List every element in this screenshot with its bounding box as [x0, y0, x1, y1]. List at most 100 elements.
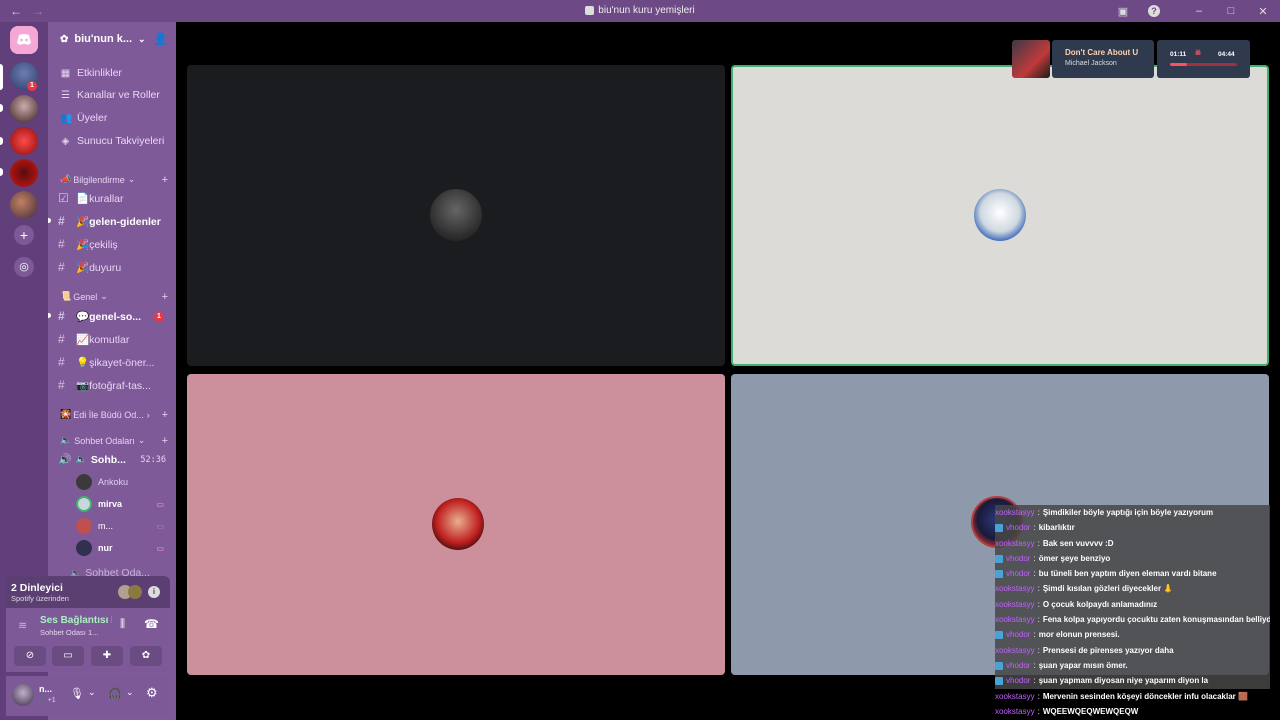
settings-gear-icon[interactable]: ⚙ [146, 685, 158, 701]
category-info[interactable]: 📣 Bilgilendirme ⌄ + [60, 174, 168, 186]
listeners-title: 2 Dinleyici [11, 582, 63, 594]
chat-username: xookstasyy [995, 599, 1035, 609]
discord-home-icon[interactable] [10, 26, 38, 54]
chat-separator: : [1033, 676, 1036, 686]
channel-mention-badge: 1 [154, 312, 164, 322]
server-icon-4[interactable] [10, 159, 38, 187]
participant-tile-2[interactable] [731, 65, 1269, 366]
menu-events[interactable]: ▦ Etkinlikler [60, 67, 122, 79]
avatar [76, 540, 92, 556]
back-arrow-icon[interactable]: ← [10, 4, 22, 18]
add-channel-icon[interactable]: + [162, 435, 168, 447]
channel-photos[interactable]: # 📷fotoğraf-tas... [58, 378, 170, 392]
chat-separator: : [1033, 630, 1036, 640]
chevron-down-icon[interactable]: ⌄ [88, 687, 96, 698]
voice-user[interactable]: nur ▭ [76, 540, 168, 556]
camera-off-button[interactable]: ⊘ [14, 646, 46, 666]
explore-icon[interactable]: ◎ [14, 257, 34, 277]
noise-suppression-icon[interactable]: ⫼ [120, 618, 125, 631]
unread-pill [0, 104, 3, 112]
add-channel-icon[interactable]: + [162, 409, 168, 421]
signal-icon: ≋ [18, 620, 28, 632]
invite-icon[interactable]: 👤 [153, 32, 168, 46]
listeners-bar[interactable]: 2 Dinleyici Spotify üzerinden i [6, 576, 170, 608]
forward-arrow-icon[interactable]: → [32, 4, 44, 18]
menu-channels-roles[interactable]: ☰ Kanallar ve Roller [60, 89, 160, 101]
soundboard-button[interactable]: ✿ [130, 646, 162, 666]
add-channel-icon[interactable]: + [162, 174, 168, 186]
category-voice[interactable]: 🔈 Sohbet Odaları ⌄ + [60, 435, 168, 447]
members-icon: 👥 [60, 112, 73, 124]
channel-welcome[interactable]: # 🎉gelen-gidenler [58, 214, 170, 228]
category-general[interactable]: 📜 Genel ⌄ + [60, 291, 168, 303]
microphone-icon[interactable]: 🎙 [70, 687, 84, 700]
channel-commands[interactable]: # 📈komutlar [58, 332, 170, 346]
chat-text: WQEEWQEQWEWQEQW [1042, 706, 1139, 716]
server-icon-2[interactable] [10, 95, 38, 123]
channel-announcements[interactable]: # 🎉duyuru [58, 260, 170, 274]
server-icon-5[interactable] [10, 191, 38, 219]
close-button[interactable]: ✕ [1256, 5, 1270, 18]
chat-text: Bak sen vuvvvv :D [1042, 538, 1114, 548]
avatar [76, 474, 92, 490]
user-badge-icon [995, 631, 1003, 640]
chat-overlay: xookstasyy: Şimdikiler böyle yaptığı için… [995, 505, 1270, 719]
disconnect-icon[interactable]: ☎ [144, 617, 159, 631]
help-icon[interactable]: ? [1148, 5, 1160, 17]
server-icon-3[interactable] [10, 127, 38, 155]
minimize-button[interactable]: – [1192, 5, 1206, 17]
voice-user[interactable]: Ankoku [76, 474, 168, 490]
inbox-icon[interactable]: ▣ [1116, 5, 1130, 18]
voice-user[interactable]: mirva ▭ [76, 496, 168, 512]
server-header[interactable]: ✿ biu'nun k... ⌄ 👤 [48, 22, 176, 56]
chat-message: xookstasyy: Şimdikiler böyle yaptığı için… [995, 505, 1270, 521]
participant-tile-3[interactable] [187, 374, 725, 675]
voice-channel-active[interactable]: 🔊 🔈 Sohb... 52:36 [58, 453, 170, 467]
user-badge-icon [995, 523, 1003, 532]
waveform-icon: ıllıllı [1195, 50, 1201, 57]
list-icon: ☰ [61, 89, 70, 101]
chat-username: xookstasyy [995, 645, 1035, 655]
screen-share-button[interactable]: ▭ [52, 646, 84, 666]
hash-icon: # [58, 260, 65, 274]
voice-connected-title[interactable]: Ses Bağlantısı K [40, 615, 112, 626]
user-name[interactable]: n... [39, 684, 52, 694]
channel-rules[interactable]: ☑ 📄kurallar [58, 191, 170, 205]
hash-icon: # [58, 378, 65, 392]
chat-text: Mervenin sesinden köşeyi döncekler infu … [1042, 691, 1248, 701]
channel-giveaway[interactable]: # 🎉çekiliş [58, 237, 170, 251]
boost-badge-icon: ✿ [60, 33, 69, 45]
chevron-down-icon[interactable]: ⌄ [126, 687, 134, 698]
calendar-icon: ▦ [60, 67, 71, 79]
streaming-icon: ▭ [156, 521, 164, 531]
chat-separator: : [1037, 706, 1040, 716]
voice-connected-subtitle[interactable]: Sohbet Odası 1... [40, 628, 112, 637]
chevron-down-icon: ⌄ [127, 174, 136, 184]
menu-members[interactable]: 👥 Üyeler [60, 112, 107, 124]
chat-message: vhodor: kibarlıktır [995, 520, 1270, 536]
avatar [76, 496, 92, 512]
voice-user[interactable]: m... ▭ [76, 518, 168, 534]
participant-tile-1[interactable] [187, 65, 725, 366]
channel-suggestions[interactable]: # 💡şikayet-öner... [58, 355, 170, 369]
chat-username: vhodor [1006, 523, 1031, 533]
chat-text: O çocuk kolpaydı anlamadınız [1042, 599, 1158, 609]
participant-avatar [432, 498, 484, 550]
track-info-box: Don't Care About U Michael Jackson [1052, 40, 1154, 78]
chat-message: xookstasyy: Mervenin sesinden köşeyi dönc… [995, 689, 1270, 704]
progress-track [1170, 63, 1237, 66]
menu-boosts[interactable]: ◈ Sunucu Takviyeleri [60, 135, 165, 147]
activities-button[interactable]: ✚ [91, 646, 123, 666]
headphones-icon[interactable]: 🎧 [108, 687, 122, 700]
voice-timer: 52:36 [140, 454, 166, 465]
chat-text: Şimdi kısılan gözleri diyecekler 👃 [1042, 584, 1174, 594]
add-channel-icon[interactable]: + [162, 291, 168, 303]
info-icon[interactable]: i [148, 586, 160, 598]
chat-text: mor elonun prensesi. [1038, 630, 1120, 640]
add-server-icon[interactable]: + [14, 225, 34, 245]
unread-pill [0, 137, 3, 145]
server-badge: 1 [27, 81, 37, 91]
user-avatar[interactable] [12, 684, 34, 706]
maximize-button[interactable]: □ [1224, 5, 1238, 17]
category-edi[interactable]: 🎇 Edi İle Büdü Od... › + [60, 409, 168, 421]
